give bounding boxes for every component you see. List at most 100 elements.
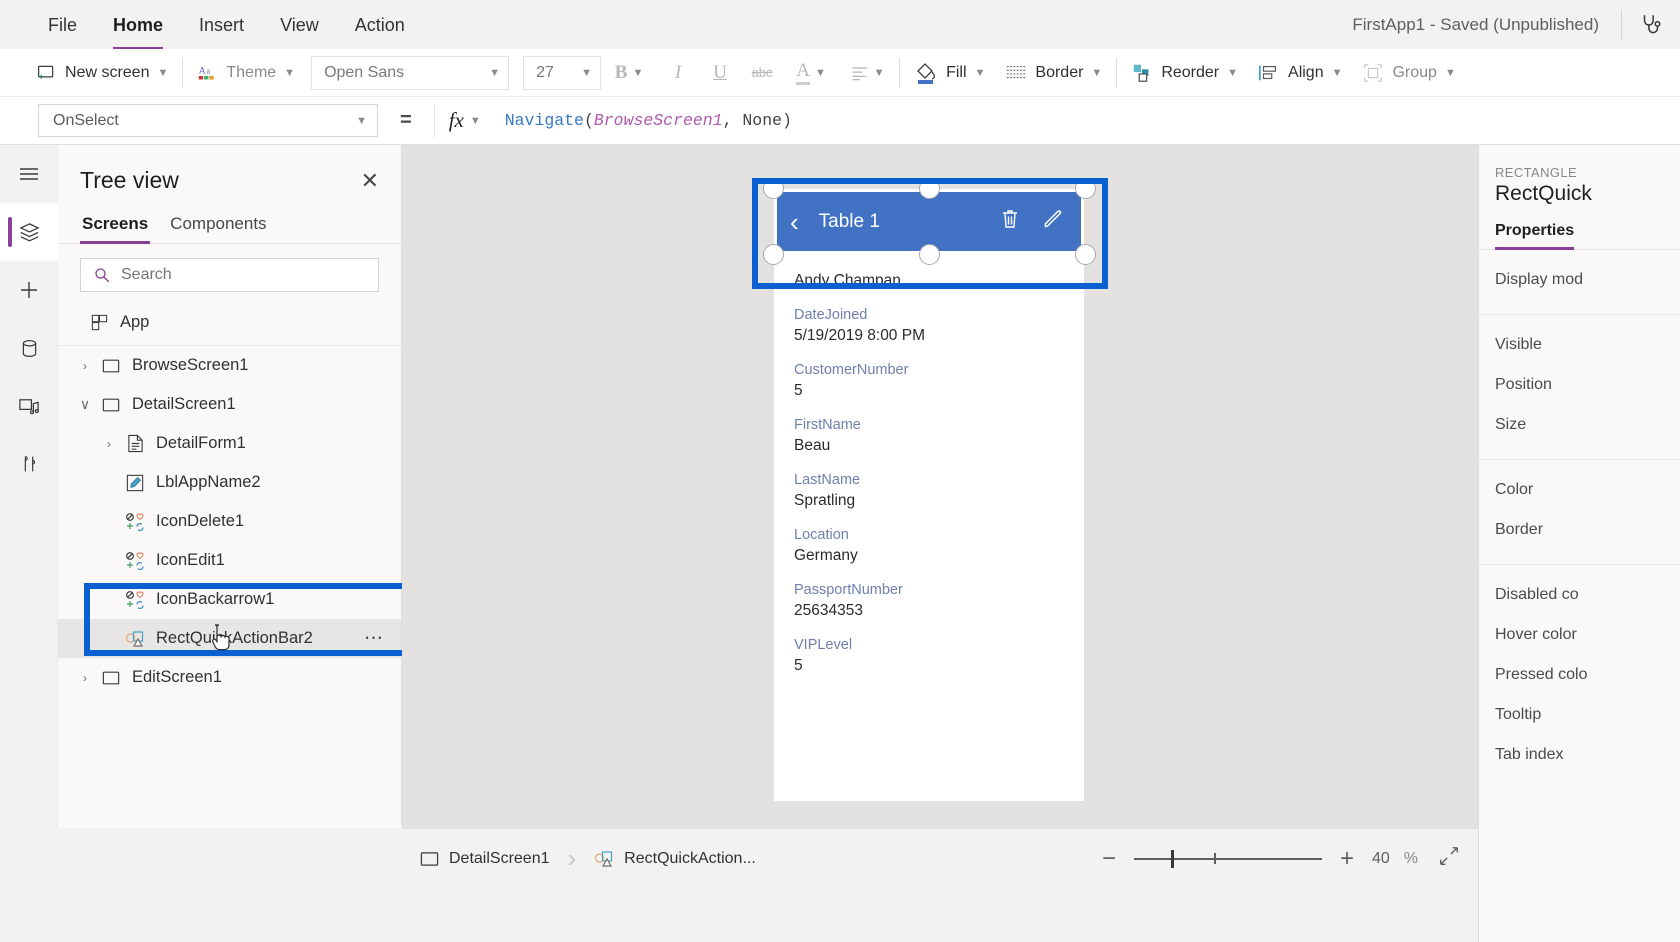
- formula-token-open-paren: (: [583, 111, 594, 130]
- expand-chevron-icon[interactable]: ›: [98, 437, 120, 451]
- property-row-visible[interactable]: Visible: [1479, 325, 1680, 365]
- tree-row-icondelete1[interactable]: IconDelete1: [58, 502, 401, 541]
- hamburger-menu-icon[interactable]: [0, 145, 58, 203]
- data-cylinder-icon[interactable]: [0, 319, 58, 377]
- chevron-down-icon: ▼: [1331, 66, 1343, 79]
- tree-row-rectquickactionbar2[interactable]: RectQuickActionBar2 ⋯: [58, 619, 401, 658]
- italic-button[interactable]: I: [657, 56, 699, 90]
- tree-row-editscreen1[interactable]: › EditScreen1: [58, 658, 401, 697]
- property-row-pressed-color[interactable]: Pressed colo: [1479, 655, 1680, 695]
- strikethrough-button[interactable]: abc: [741, 56, 783, 90]
- fill-bucket-icon: [914, 60, 938, 86]
- tree-row-app[interactable]: App: [58, 300, 401, 346]
- phone-screen-preview[interactable]: ‹ Table 1 AgentName Andy Champan: [774, 189, 1084, 801]
- tree-row-browsescreen1[interactable]: › BrowseScreen1: [58, 346, 401, 385]
- property-row-color[interactable]: Color: [1479, 470, 1680, 510]
- property-row-tab-index[interactable]: Tab index: [1479, 735, 1680, 775]
- theme-button[interactable]: Aa Theme ▼: [187, 56, 305, 90]
- field-value: Germany: [794, 547, 858, 564]
- tree-search-box[interactable]: [80, 258, 379, 292]
- chevron-down-icon: ▼: [1091, 66, 1103, 79]
- fill-button[interactable]: Fill ▼: [904, 56, 995, 90]
- theme-icon: Aa: [197, 62, 218, 83]
- trash-icon[interactable]: [1000, 208, 1020, 235]
- form-field-viplevel: VIPLevel 5: [794, 637, 1064, 675]
- property-row-size[interactable]: Size: [1479, 405, 1680, 445]
- collapse-chevron-icon[interactable]: ∨: [74, 396, 96, 413]
- quick-action-bar[interactable]: ‹ Table 1: [774, 189, 1084, 254]
- tree-row-detailform1[interactable]: › DetailForm1: [58, 424, 401, 463]
- expand-chevron-icon[interactable]: ›: [74, 671, 96, 685]
- breadcrumb-rectquickaction[interactable]: RectQuickAction...: [576, 829, 774, 889]
- tree-view-panel: Tree view ✕ Screens Components App › Bro…: [58, 145, 402, 828]
- align-button[interactable]: Align ▼: [1248, 56, 1352, 90]
- tree-view-header: Tree view ✕: [58, 145, 401, 204]
- chevron-down-icon: ▼: [489, 66, 501, 79]
- group-button[interactable]: Group ▼: [1352, 56, 1465, 90]
- advanced-tools-icon[interactable]: [0, 435, 58, 493]
- menu-item-insert[interactable]: Insert: [181, 8, 262, 42]
- app-checker-icon[interactable]: [1622, 0, 1680, 49]
- tree-row-iconedit1[interactable]: IconEdit1: [58, 541, 401, 580]
- zoom-slider-thumb[interactable]: [1170, 849, 1174, 868]
- border-button[interactable]: Border ▼: [995, 56, 1112, 90]
- zoom-out-button[interactable]: −: [1098, 846, 1120, 871]
- zoom-in-button[interactable]: +: [1336, 846, 1358, 871]
- property-row-tooltip[interactable]: Tooltip: [1479, 695, 1680, 735]
- ribbon-toolbar: New screen ▼ Aa Theme ▼ Open Sans ▼ 27 ▼…: [0, 49, 1680, 97]
- row-overflow-menu-icon[interactable]: ⋯: [364, 627, 385, 650]
- breadcrumb-detailscreen1[interactable]: DetailScreen1: [402, 829, 568, 889]
- formula-input[interactable]: Navigate(BrowseScreen1, None): [505, 111, 792, 130]
- search-input[interactable]: [121, 266, 366, 284]
- menu-item-action[interactable]: Action: [337, 8, 423, 42]
- font-family-select[interactable]: Open Sans ▼: [311, 55, 510, 90]
- tab-properties[interactable]: Properties: [1495, 222, 1575, 250]
- tree-row-label: DetailScreen1: [132, 395, 236, 413]
- back-chevron-icon[interactable]: ‹: [790, 209, 799, 235]
- media-icon[interactable]: [0, 377, 58, 435]
- tree-row-detailscreen1[interactable]: ∨ DetailScreen1: [58, 385, 401, 424]
- zoom-slider[interactable]: [1133, 849, 1322, 869]
- screen-icon: [96, 358, 126, 374]
- property-select[interactable]: OnSelect ▼: [38, 104, 378, 137]
- property-row-border[interactable]: Border: [1479, 510, 1680, 550]
- menu-item-home[interactable]: Home: [95, 8, 181, 50]
- app-save-status: FirstApp1 - Saved (Unpublished): [1352, 14, 1599, 34]
- tree-view-icon[interactable]: [0, 203, 58, 261]
- bold-label: B: [614, 61, 628, 83]
- font-color-button[interactable]: A ▼: [783, 56, 839, 90]
- tree-row-lblappname2[interactable]: LblAppName2: [58, 463, 401, 502]
- formula-fx-button[interactable]: fx ▼: [433, 103, 495, 138]
- property-row-hover-color[interactable]: Hover color: [1479, 615, 1680, 655]
- property-row-position[interactable]: Position: [1479, 365, 1680, 405]
- new-screen-button[interactable]: New screen ▼: [26, 56, 178, 90]
- property-row-disabled-color[interactable]: Disabled co: [1479, 575, 1680, 615]
- tab-screens[interactable]: Screens: [80, 210, 151, 244]
- menu-item-file[interactable]: File: [30, 8, 95, 42]
- font-size-select[interactable]: 27 ▼: [523, 55, 602, 90]
- tab-components[interactable]: Components: [168, 210, 268, 243]
- underline-button[interactable]: U: [699, 56, 741, 90]
- field-value: 5: [794, 382, 803, 399]
- reorder-button[interactable]: Reorder ▼: [1121, 56, 1248, 90]
- field-label: Location: [794, 527, 849, 543]
- font-size-value: 27: [536, 63, 554, 81]
- chevron-down-icon: ▼: [1444, 66, 1456, 79]
- pencil-icon[interactable]: [1042, 208, 1064, 235]
- tree-row-iconbackarrow1[interactable]: IconBackarrow1: [58, 580, 401, 619]
- insert-plus-icon[interactable]: [0, 261, 58, 319]
- fit-to-screen-icon[interactable]: [1438, 845, 1460, 873]
- ribbon-group-screen: New screen ▼: [0, 49, 178, 97]
- breadcrumb-label: RectQuickAction...: [624, 849, 756, 867]
- bold-button[interactable]: B ▼: [601, 56, 657, 90]
- formula-token-function: Navigate: [504, 111, 584, 130]
- app-canvas[interactable]: ‹ Table 1 AgentName Andy Champan: [402, 145, 1478, 828]
- expand-chevron-icon[interactable]: ›: [74, 359, 96, 373]
- menu-item-view[interactable]: View: [262, 8, 337, 42]
- property-row-display-mode[interactable]: Display mod: [1479, 260, 1680, 300]
- close-icon[interactable]: ✕: [361, 169, 379, 192]
- formula-token-identifier: BrowseScreen1: [593, 111, 723, 130]
- chevron-down-icon: ▼: [581, 66, 593, 79]
- detail-form: AgentName Andy Champan DateJoined 5/19/2…: [774, 254, 1084, 692]
- text-align-button[interactable]: ▼: [839, 56, 895, 90]
